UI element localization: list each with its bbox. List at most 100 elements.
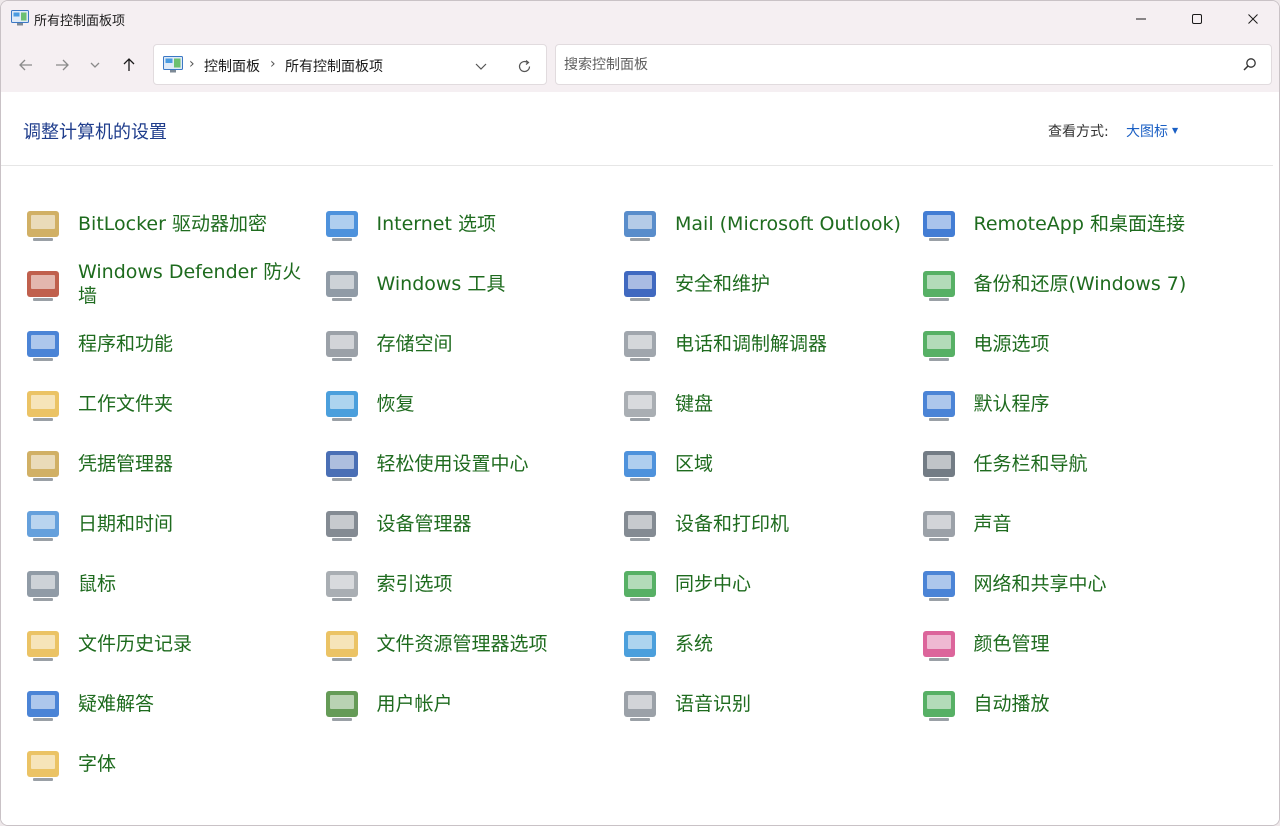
- control-panel-item-label: 声音: [973, 513, 1012, 535]
- control-panel-item-label: 安全和维护: [675, 273, 771, 295]
- address-bar[interactable]: › 控制面板 › 所有控制面板项: [153, 44, 547, 85]
- control-panel-icon: [11, 10, 29, 26]
- control-panel-item[interactable]: 轻松使用设置中心: [322, 435, 618, 493]
- forward-button[interactable]: [48, 51, 76, 79]
- control-panel-item[interactable]: 网络和共享中心: [919, 555, 1215, 613]
- control-panel-item[interactable]: 自动播放: [919, 675, 1215, 733]
- default-programs-icon: [922, 391, 955, 421]
- control-panel-item[interactable]: 同步中心: [620, 555, 916, 613]
- window-title: 所有控制面板项: [34, 14, 126, 29]
- back-button[interactable]: [12, 51, 40, 79]
- navigation-toolbar: › 控制面板 › 所有控制面板项: [1, 37, 1279, 92]
- view-by-dropdown[interactable]: 大图标 ▼: [1126, 121, 1178, 141]
- search-input[interactable]: [556, 45, 1226, 84]
- keyboard-icon: [624, 391, 656, 421]
- network-icon: [922, 571, 955, 601]
- title-bar[interactable]: 所有控制面板项: [1, 1, 1279, 37]
- control-panel-item[interactable]: Mail (Microsoft Outlook): [620, 195, 916, 253]
- file-history-icon: [27, 631, 59, 661]
- control-panel-item-label: 鼠标: [78, 573, 117, 595]
- control-panel-item[interactable]: BitLocker 驱动器加密: [23, 195, 319, 253]
- control-panel-item[interactable]: 索引选项: [322, 555, 618, 613]
- control-panel-item-label: 语音识别: [675, 693, 752, 715]
- sync-center-icon: [624, 571, 656, 601]
- programs-icon: [27, 331, 59, 361]
- control-panel-item[interactable]: 系统: [620, 615, 916, 673]
- control-panel-item[interactable]: 文件历史记录: [23, 615, 319, 673]
- search-box[interactable]: [555, 44, 1272, 85]
- control-panel-item[interactable]: 设备和打印机: [620, 495, 916, 553]
- control-panel-item[interactable]: Windows Defender 防火墙: [23, 255, 319, 313]
- control-panel-item[interactable]: 任务栏和导航: [919, 435, 1215, 493]
- refresh-button[interactable]: [512, 54, 536, 78]
- control-panel-item-label: BitLocker 驱动器加密: [78, 213, 267, 235]
- control-panel-item[interactable]: 颜色管理: [919, 615, 1215, 673]
- up-button[interactable]: [115, 51, 143, 79]
- control-panel-item[interactable]: 电源选项: [919, 315, 1215, 373]
- maximize-button[interactable]: [1169, 1, 1225, 37]
- control-panel-item[interactable]: 凭据管理器: [23, 435, 319, 493]
- work-folders-icon: [27, 391, 59, 421]
- control-panel-item-label: 日期和时间: [78, 513, 174, 535]
- view-by-label: 查看方式:: [1048, 124, 1109, 140]
- control-panel-item-label: 电话和调制解调器: [675, 333, 828, 355]
- control-panel-window: 所有控制面板项 › 控制面板 › 所有控制面板项 搜索控制面板 调整计算机的设置…: [0, 0, 1280, 826]
- breadcrumb-separator: ›: [189, 56, 195, 72]
- recovery-icon: [325, 391, 358, 421]
- chevron-down-icon: [475, 63, 487, 70]
- close-button[interactable]: [1225, 1, 1279, 37]
- control-panel-item[interactable]: Windows 工具: [322, 255, 618, 313]
- maximize-icon: [1192, 14, 1202, 24]
- dropdown-arrow-icon: ▼: [1172, 125, 1179, 135]
- date-time-icon: [27, 511, 59, 541]
- control-panel-item[interactable]: 设备管理器: [322, 495, 618, 553]
- control-panel-item[interactable]: 声音: [919, 495, 1215, 553]
- control-panel-item[interactable]: Internet 选项: [322, 195, 618, 253]
- control-panel-item[interactable]: 区域: [620, 435, 916, 493]
- mouse-icon: [27, 571, 59, 601]
- storage-icon: [325, 331, 358, 361]
- system-icon: [624, 631, 656, 661]
- firewall-icon: [27, 271, 59, 301]
- control-panel-item[interactable]: 备份和还原(Windows 7): [919, 255, 1215, 313]
- control-panel-item[interactable]: 疑难解答: [23, 675, 319, 733]
- control-panel-item[interactable]: 日期和时间: [23, 495, 319, 553]
- control-panel-item-label: 系统: [675, 633, 714, 655]
- user-accounts-icon: [325, 691, 358, 721]
- control-panel-item-label: 索引选项: [376, 573, 453, 595]
- mail-icon: [624, 211, 656, 241]
- control-panel-item-label: 用户帐户: [376, 693, 453, 715]
- control-panel-item[interactable]: 安全和维护: [620, 255, 916, 313]
- control-panel-item[interactable]: 工作文件夹: [23, 375, 319, 433]
- control-panel-item-label: 设备和打印机: [675, 513, 790, 535]
- recent-locations-button[interactable]: [81, 51, 109, 79]
- control-panel-item-label: 工作文件夹: [78, 393, 174, 415]
- search-icon[interactable]: [1242, 57, 1257, 72]
- control-panel-item-label: 轻松使用设置中心: [376, 453, 529, 475]
- control-panel-item[interactable]: 文件资源管理器选项: [322, 615, 618, 673]
- control-panel-item[interactable]: 字体: [23, 735, 319, 793]
- control-panel-item[interactable]: 默认程序: [919, 375, 1215, 433]
- breadcrumb-separator: ›: [270, 56, 276, 72]
- control-panel-item[interactable]: 用户帐户: [322, 675, 618, 733]
- control-panel-item-label: 存储空间: [376, 333, 453, 355]
- breadcrumb-all-items[interactable]: 所有控制面板项: [285, 56, 383, 76]
- control-panel-item[interactable]: RemoteApp 和桌面连接: [919, 195, 1215, 253]
- content-area: 调整计算机的设置 查看方式: 大图标 ▼ BitLocker 驱动器加密 Inter…: [1, 92, 1279, 825]
- troubleshooting-icon: [27, 691, 59, 721]
- control-panel-item[interactable]: 程序和功能: [23, 315, 319, 373]
- control-panel-item[interactable]: 电话和调制解调器: [620, 315, 916, 373]
- minimize-button[interactable]: [1113, 1, 1169, 37]
- region-icon: [624, 451, 656, 481]
- control-panel-item[interactable]: 鼠标: [23, 555, 319, 613]
- address-history-button[interactable]: [469, 54, 493, 78]
- control-panel-item-label: 自动播放: [973, 693, 1050, 715]
- control-panel-item[interactable]: 键盘: [620, 375, 916, 433]
- control-panel-item[interactable]: 恢复: [322, 375, 618, 433]
- breadcrumb-control-panel[interactable]: 控制面板: [204, 56, 260, 76]
- color-management-icon: [922, 631, 955, 661]
- speech-recognition-icon: [624, 691, 656, 721]
- control-panel-item[interactable]: 存储空间: [322, 315, 618, 373]
- control-panel-item-label: Mail (Microsoft Outlook): [675, 213, 901, 235]
- control-panel-item[interactable]: 语音识别: [620, 675, 916, 733]
